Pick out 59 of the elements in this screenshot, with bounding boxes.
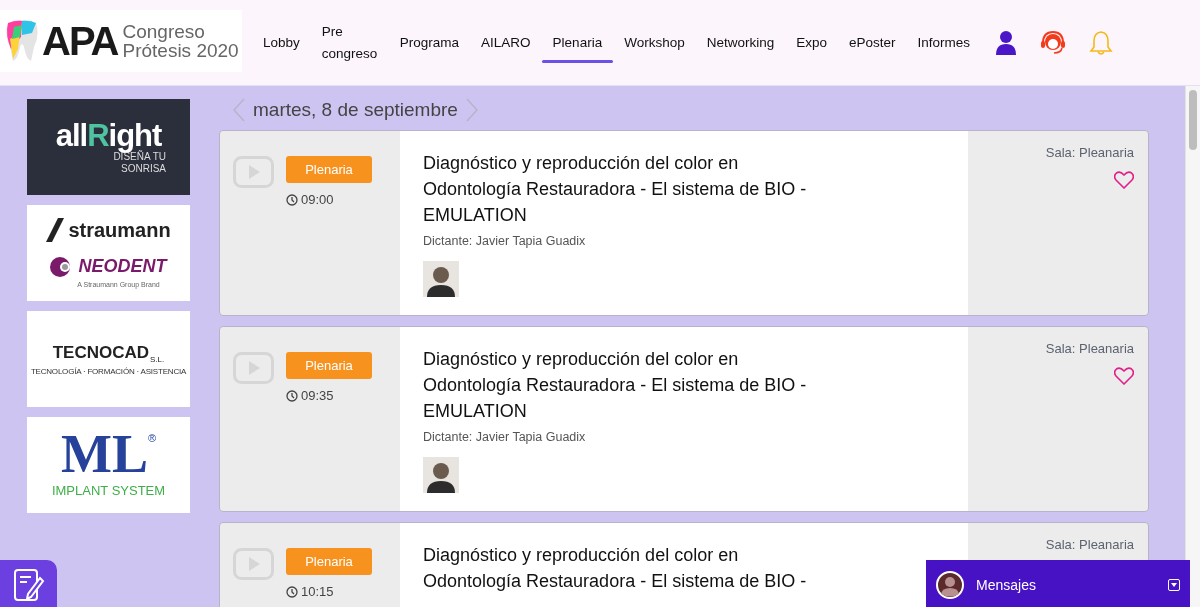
- logo-tagline: SONRISA: [121, 162, 166, 174]
- room-label: Sala: Pleanaria: [1045, 144, 1134, 162]
- session-type-badge: Plenaria: [286, 352, 372, 379]
- session-title[interactable]: Diagnóstico y reproducción del color en Odontología Restauradora - El sistema de BIO - EMULATION: [423, 150, 823, 228]
- logo-text: straumann: [68, 218, 171, 244]
- slash-logo-icon: [46, 218, 65, 243]
- nav-link[interactable]: Lobby: [252, 0, 311, 85]
- clock-icon: [286, 585, 298, 598]
- collapse-icon[interactable]: [1168, 579, 1180, 591]
- speaker-name: Dictante: Javier Tapia Guadix: [423, 233, 587, 250]
- logo-text: APA: [42, 21, 118, 61]
- registered-mark: ®: [147, 430, 157, 444]
- nav-link[interactable]: Programa: [388, 0, 471, 85]
- session-time: 10:15: [301, 583, 334, 601]
- session-title[interactable]: Diagnóstico y reproducción del color en Odontología Restauradora - El sistema de BIO - EMULATION: [423, 346, 823, 424]
- notes-button[interactable]: [0, 560, 57, 607]
- clock-icon: [286, 389, 298, 402]
- nav-link[interactable]: Networking: [695, 0, 786, 85]
- sponsor-logo-card[interactable]: ML® IMPLANT SYSTEM: [27, 417, 190, 513]
- sponsor-logo-card[interactable]: allRight DISEÑA TU SONRISA: [27, 99, 190, 195]
- speaker-name: Dictante: Javier Tapia Guadix: [423, 429, 587, 446]
- scrollbar[interactable]: [1185, 86, 1200, 607]
- messages-label: Mensajes: [976, 575, 1037, 595]
- user-avatar-icon: [936, 571, 964, 599]
- tooth-logo-icon: [4, 19, 40, 63]
- logo-tagline: DISEÑA TU: [113, 151, 166, 163]
- session-time: 09:35: [301, 387, 334, 405]
- logo-text: ML: [60, 429, 148, 479]
- nav-link[interactable]: Expo: [785, 0, 838, 85]
- nav-link[interactable]: Plenaria: [541, 0, 614, 85]
- nav-link[interactable]: Informes: [906, 0, 982, 85]
- nav-link[interactable]: AILARO: [470, 0, 542, 85]
- date-label: martes, 8 de septiembre: [253, 97, 458, 122]
- logo-suffix: S.L.: [150, 353, 165, 366]
- session-type-badge: Plenaria: [286, 156, 372, 183]
- speaker-avatar: [423, 260, 459, 297]
- nav-link[interactable]: Pre congreso: [310, 0, 389, 85]
- room-label: Sala: Pleanaria: [1045, 340, 1134, 358]
- clock-icon: [286, 193, 298, 206]
- logo-tagline: IMPLANT SYSTEM: [51, 481, 166, 500]
- logo-subtitle: Prótesis 2020: [122, 41, 239, 60]
- room-label: Sala: Pleanaria: [1045, 536, 1134, 554]
- nav-link[interactable]: ePoster: [838, 0, 907, 85]
- scrollbar-thumb[interactable]: [1189, 90, 1197, 150]
- logo-text: TECNOCAD: [52, 342, 150, 365]
- session-type-badge: Plenaria: [286, 548, 372, 575]
- heart-icon[interactable]: [1114, 366, 1134, 385]
- logo-subtitle: Congreso: [122, 22, 206, 41]
- nav-link[interactable]: Workshop: [613, 0, 696, 85]
- session-time: 09:00: [301, 191, 334, 209]
- notepad-pencil-icon: [12, 568, 45, 602]
- user-icon[interactable]: [995, 29, 1018, 56]
- speaker-avatar: [423, 456, 459, 493]
- messages-panel[interactable]: Mensajes: [926, 560, 1190, 607]
- logo-text: allRight: [55, 120, 162, 151]
- logo-tagline: TECNOLOGÍA · FORMACIÓN · ASISTENCIA: [30, 365, 187, 378]
- support-agent-icon[interactable]: [1041, 29, 1066, 56]
- heart-icon[interactable]: [1114, 170, 1134, 189]
- logo-text: NEODENT: [78, 255, 167, 279]
